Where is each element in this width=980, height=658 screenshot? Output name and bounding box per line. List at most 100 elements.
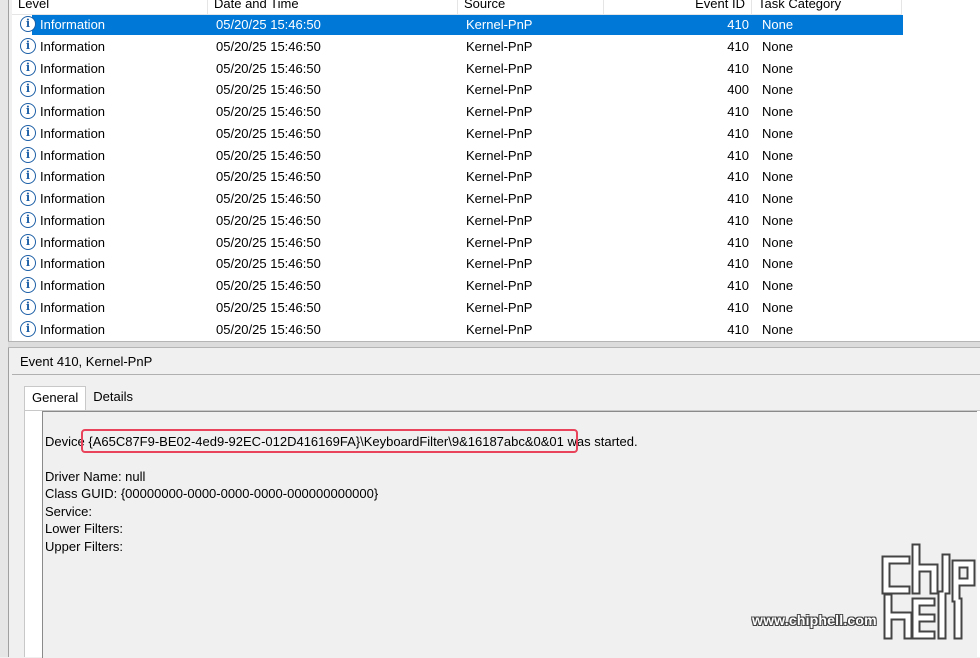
table-row[interactable]: i Information 05/20/25 15:46:50 Kernel-PnP 4… <box>12 232 980 254</box>
column-header-source[interactable]: Source <box>458 0 604 14</box>
cell-date: 05/20/25 15:46:50 <box>216 278 321 293</box>
cell-task-category: None <box>762 191 794 206</box>
cell-level: Information <box>40 256 106 272</box>
table-row[interactable]: i Information 05/20/25 15:46:50 Kernel-PnP 4… <box>12 79 980 101</box>
cell-source: Kernel-PnP <box>466 38 533 54</box>
highlight-annotation-box <box>81 429 578 453</box>
column-header-level[interactable]: Level <box>12 0 208 14</box>
cell-source: Kernel-PnP <box>466 191 533 206</box>
event-rows: i Information 05/20/25 15:46:50 Kernel-PnP 4… <box>12 14 980 340</box>
cell-source: Kernel-PnP <box>466 169 533 185</box>
table-row[interactable]: i Information 05/20/25 15:46:50 Kernel-PnP 4… <box>12 101 980 123</box>
watermark-site: www.chiphell.com <box>752 612 877 628</box>
cell-task-category: None <box>762 104 794 119</box>
cell-event-id: 410 <box>727 38 749 54</box>
cell-source: Kernel-PnP <box>466 17 533 32</box>
tab-general[interactable]: General <box>24 386 87 411</box>
info-icon: i <box>20 298 36 315</box>
detail-tabs: General Details <box>24 386 140 411</box>
cell-task-category: None <box>762 60 794 76</box>
cell-event-id: 410 <box>727 321 749 337</box>
cell-task-category: None <box>762 82 794 98</box>
info-icon: i <box>20 211 36 228</box>
table-row[interactable]: i Information 05/20/25 15:46:50 Kernel-PnP 4… <box>12 297 980 319</box>
cell-event-id: 410 <box>727 278 749 293</box>
column-header-task-category[interactable]: Task Category <box>752 0 902 14</box>
table-row[interactable]: i Information 05/20/25 15:46:50 Kernel-PnP 4… <box>12 275 980 297</box>
info-icon: i <box>20 255 36 272</box>
cell-date: 05/20/25 15:46:50 <box>216 234 321 250</box>
cell-level: Information <box>40 278 106 293</box>
cell-source: Kernel-PnP <box>466 82 533 98</box>
cell-date: 05/20/25 15:46:50 <box>216 169 321 185</box>
cell-source: Kernel-PnP <box>466 299 533 315</box>
cell-task-category: None <box>762 234 794 250</box>
table-row[interactable]: i Information 05/20/25 15:46:50 Kernel-PnP 4… <box>12 210 980 232</box>
cell-task-category: None <box>762 147 794 163</box>
cell-source: Kernel-PnP <box>466 278 533 293</box>
cell-task-category: None <box>762 212 794 228</box>
cell-task-category: None <box>762 299 794 315</box>
cell-level: Information <box>40 234 106 250</box>
description-upper-filters: Upper Filters: <box>45 539 124 554</box>
cell-level: Information <box>40 212 106 228</box>
cell-level: Information <box>40 125 106 141</box>
cell-task-category: None <box>762 169 794 185</box>
divider <box>12 374 980 375</box>
cell-source: Kernel-PnP <box>466 147 533 163</box>
pane-splitter[interactable] <box>8 341 980 348</box>
event-list[interactable]: Level Date and Time Source Event ID Task… <box>12 0 980 341</box>
cell-level: Information <box>40 82 106 98</box>
info-icon: i <box>20 103 36 119</box>
cell-level: Information <box>40 147 106 163</box>
table-row[interactable]: i Information 05/20/25 15:46:50 Kernel-PnP 4… <box>12 123 980 145</box>
description-service: Service: <box>45 504 92 519</box>
info-icon: i <box>20 233 36 250</box>
cell-event-id: 410 <box>727 212 749 228</box>
column-header-event-id[interactable]: Event ID <box>604 0 752 14</box>
cell-date: 05/20/25 15:46:50 <box>216 321 321 337</box>
cell-level: Information <box>40 321 106 337</box>
table-row[interactable]: i Information 05/20/25 15:46:50 Kernel-PnP 4… <box>12 14 980 36</box>
info-icon: i <box>20 37 36 54</box>
cell-source: Kernel-PnP <box>466 234 533 250</box>
cell-event-id: 410 <box>727 60 749 76</box>
cell-date: 05/20/25 15:46:50 <box>216 125 321 141</box>
description-lower-filters: Lower Filters: <box>45 521 124 536</box>
cell-event-id: 410 <box>727 299 749 315</box>
cell-level: Information <box>40 60 106 76</box>
cell-event-id: 410 <box>727 256 749 272</box>
cell-level: Information <box>40 299 106 315</box>
chiphell-logo-icon <box>881 543 976 640</box>
table-row[interactable]: i Information 05/20/25 15:46:50 Kernel-PnP 4… <box>12 188 980 210</box>
info-icon: i <box>20 16 36 32</box>
table-row[interactable]: i Information 05/20/25 15:46:50 Kernel-PnP 4… <box>12 319 980 341</box>
info-icon: i <box>20 190 36 206</box>
cell-task-category: None <box>762 38 794 54</box>
cell-event-id: 410 <box>727 234 749 250</box>
table-row[interactable]: i Information 05/20/25 15:46:50 Kernel-PnP 4… <box>12 145 980 167</box>
cell-task-category: None <box>762 17 794 32</box>
info-icon: i <box>20 81 36 98</box>
cell-task-category: None <box>762 278 794 293</box>
cell-level: Information <box>40 17 106 32</box>
cell-task-category: None <box>762 125 794 141</box>
cell-date: 05/20/25 15:46:50 <box>216 60 321 76</box>
event-list-header: Level Date and Time Source Event ID Task… <box>12 0 902 15</box>
cell-event-id: 400 <box>727 82 749 98</box>
description-class-guid: Class GUID: {00000000-0000-0000-0000-000… <box>45 486 379 501</box>
table-row[interactable]: i Information 05/20/25 15:46:50 Kernel-PnP 4… <box>12 166 980 188</box>
cell-date: 05/20/25 15:46:50 <box>216 82 321 98</box>
table-row[interactable]: i Information 05/20/25 15:46:50 Kernel-PnP 4… <box>12 253 980 275</box>
info-icon: i <box>20 124 36 141</box>
cell-source: Kernel-PnP <box>466 212 533 228</box>
table-row[interactable]: i Information 05/20/25 15:46:50 Kernel-PnP 4… <box>12 58 980 80</box>
cell-event-id: 410 <box>727 191 749 206</box>
table-row[interactable]: i Information 05/20/25 15:46:50 Kernel-PnP 4… <box>12 36 980 58</box>
column-header-date[interactable]: Date and Time <box>208 0 458 14</box>
cell-date: 05/20/25 15:46:50 <box>216 147 321 163</box>
cell-event-id: 410 <box>727 104 749 119</box>
cell-source: Kernel-PnP <box>466 125 533 141</box>
cell-date: 05/20/25 15:46:50 <box>216 256 321 272</box>
tab-details[interactable]: Details <box>86 386 140 410</box>
